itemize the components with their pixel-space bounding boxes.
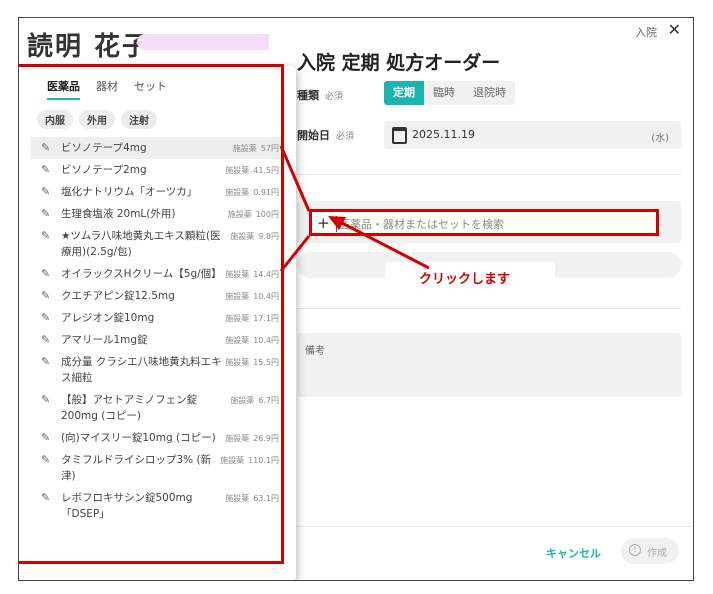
- app-window: 読明 花子 入院 ✕ 入院 定期 処方オーダー 種類 必須 定期 臨時 退院時 開…: [18, 17, 694, 581]
- pencil-icon: ✎: [41, 311, 51, 324]
- pencil-icon: ✎: [41, 333, 51, 346]
- pencil-icon: ✎: [41, 163, 51, 176]
- close-button[interactable]: ✕: [668, 20, 681, 39]
- tab-medicine[interactable]: 医薬品: [47, 78, 80, 100]
- list-item[interactable]: ✎ オイラックスHクリーム【5g/個】 施設薬 14.4円: [31, 263, 283, 285]
- info-icon: !: [629, 544, 641, 556]
- divider: [297, 308, 681, 309]
- dialog-title: 入院 定期 処方オーダー: [297, 52, 501, 74]
- calendar-icon: [392, 127, 407, 144]
- route-filter-chips: 内服 外用 注射: [37, 110, 157, 129]
- annotation-arrow-icon: [328, 216, 430, 270]
- medicine-dropdown-panel: 医薬品 器材 セット 内服 外用 注射 ✎ ビソノテープ4mg 施設薬 57円 ✎ ビソ…: [19, 64, 296, 580]
- list-item[interactable]: ✎ 【般】アセトアミノフェン錠200mg (コピー) 施設薬 6.7円: [31, 389, 283, 427]
- list-item[interactable]: ✎ タミフルドライシロップ3% (新津) 施設薬 110.1円: [31, 449, 283, 487]
- list-item[interactable]: ✎ クエチアピン錠12.5mg 施設薬 10.4円: [31, 285, 283, 307]
- panel-tabs: 医薬品 器材 セット: [47, 78, 167, 100]
- pencil-icon: ✎: [41, 393, 51, 406]
- pencil-icon: ✎: [41, 289, 51, 302]
- list-item[interactable]: ✎ アレジオン錠10mg 施設薬 17.1円: [31, 307, 283, 329]
- memo-field[interactable]: 備考: [297, 333, 681, 397]
- create-button[interactable]: ! 作成: [621, 538, 679, 564]
- kind-tabs: 定期 臨時 退院時: [384, 81, 515, 105]
- chip-external[interactable]: 外用: [79, 110, 115, 129]
- start-date-field[interactable]: 2025.11.19 (水): [384, 121, 681, 149]
- pencil-icon: ✎: [41, 229, 51, 242]
- pencil-icon: ✎: [41, 491, 51, 504]
- kind-tab-discharge[interactable]: 退院時: [464, 81, 515, 105]
- tab-equipment[interactable]: 器材: [96, 78, 118, 100]
- footer-divider: [269, 526, 693, 527]
- memo-label: 備考: [305, 346, 325, 357]
- list-item[interactable]: ✎ レボフロキサシン錠500mg「DSEP」 施設薬 63.1円: [31, 487, 283, 525]
- start-date-label: 開始日 必須: [297, 129, 355, 142]
- order-dialog: 入院 ✕ 入院 定期 処方オーダー 種類 必須 定期 臨時 退院時 開始日 必須 2…: [269, 18, 693, 580]
- list-item[interactable]: ✎ アマリール1mg錠 施設薬 10.4円: [31, 329, 283, 351]
- pencil-icon: ✎: [41, 453, 51, 466]
- pencil-icon: ✎: [41, 267, 51, 280]
- list-item[interactable]: ✎ ★ツムラ八味地黄丸エキス顆粒(医療用)(2.5g/包) 施設薬 9.8円: [31, 225, 283, 263]
- medicine-list: ✎ ビソノテープ4mg 施設薬 57円 ✎ ビソノテープ2mg 施設薬 41.5円 ✎ 塩化ナ…: [31, 137, 283, 525]
- list-item[interactable]: ✎ ビソノテープ2mg 施設薬 41.5円: [31, 159, 283, 181]
- ward-label: 入院: [635, 26, 657, 39]
- pencil-icon: ✎: [41, 431, 51, 444]
- pencil-icon: ✎: [41, 355, 51, 368]
- patient-name: 読明 花子: [27, 32, 151, 62]
- pencil-icon: ✎: [41, 141, 51, 154]
- chip-oral[interactable]: 内服: [37, 110, 73, 129]
- list-item[interactable]: ✎ 塩化ナトリウム「オーツカ」 施設薬 0.91円: [31, 181, 283, 203]
- day-of-week: (水): [651, 133, 669, 144]
- divider: [297, 174, 681, 175]
- pencil-icon: ✎: [41, 207, 51, 220]
- pencil-icon: ✎: [41, 185, 51, 198]
- kind-label: 種類 必須: [297, 89, 344, 102]
- list-item[interactable]: ✎ 生理食塩液 20mL(外用) 施設薬 100円: [31, 203, 283, 225]
- list-item[interactable]: ✎ ビソノテープ4mg 施設薬 57円: [31, 137, 283, 159]
- list-item[interactable]: ✎ (向)マイスリー錠10mg (コピー) 施設薬 26.9円: [31, 427, 283, 449]
- kind-tab-regular[interactable]: 定期: [384, 81, 424, 105]
- start-date-value: 2025.11.19: [412, 128, 475, 141]
- tab-set[interactable]: セット: [134, 78, 167, 100]
- chip-injection[interactable]: 注射: [121, 110, 157, 129]
- patient-tag: [137, 34, 277, 50]
- kind-tab-temporary[interactable]: 臨時: [424, 81, 464, 105]
- cancel-button[interactable]: キャンセル: [546, 545, 601, 561]
- list-item[interactable]: ✎ 成分量 クラシエ八味地黄丸料エキス細粒 施設薬 15.5円: [31, 351, 283, 389]
